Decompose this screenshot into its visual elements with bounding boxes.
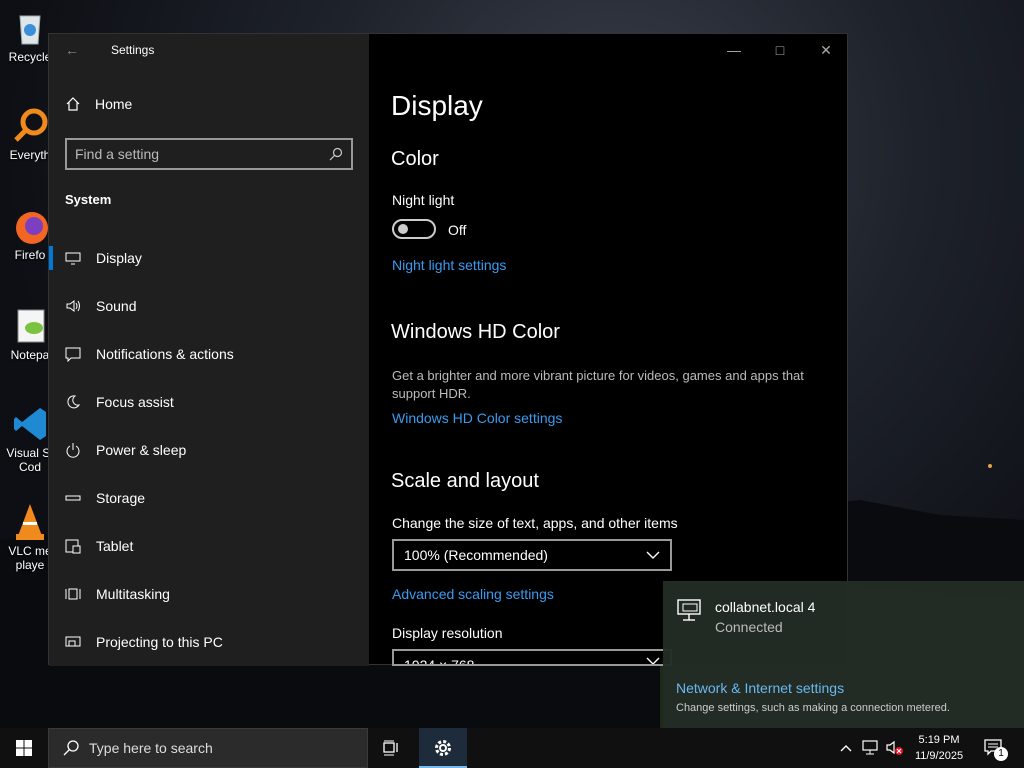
sidebar-item-focus-assist[interactable]: Focus assist [49,378,369,426]
night-light-toggle[interactable] [392,219,436,239]
home-label: Home [95,96,133,112]
taskbar-search-placeholder: Type here to search [89,740,213,756]
moon-icon [65,394,81,410]
sidebar-item-label: Storage [96,490,146,506]
nav-list: Display Sound Notifications & actions Fo… [49,234,369,666]
sidebar-item-multitasking[interactable]: Multitasking [49,570,369,618]
scale-label: Change the size of text, apps, and other… [392,515,678,531]
notification-count-badge: 1 [994,747,1008,761]
resolution-label: Display resolution [392,625,503,641]
windows-logo-icon [16,740,32,756]
title-bar: ← Settings [49,34,369,66]
sidebar-item-notifications[interactable]: Notifications & actions [49,330,369,378]
settings-sidebar: ← Settings Home System Display Sound Not… [49,34,369,666]
page-title: Display [391,90,483,121]
recycle-bin-icon [10,8,50,48]
tablet-icon [65,538,81,554]
gear-icon [435,740,451,756]
chevron-down-icon [646,551,660,559]
network-tray-button[interactable] [860,728,882,768]
sidebar-item-label: Multitasking [96,586,170,602]
sidebar-item-display[interactable]: Display [49,234,369,282]
vlc-icon [10,502,50,542]
monitor-icon [65,250,81,266]
network-flyout: collabnet.local 4 Connected Network & In… [663,581,1024,728]
sidebar-item-label: Tablet [96,538,134,554]
window-controls: — □ ✕ [711,34,849,66]
search-icon[interactable] [329,147,343,161]
search-icon [63,740,79,756]
sidebar-item-storage[interactable]: Storage [49,474,369,522]
close-icon[interactable]: ✕ [803,34,849,66]
settings-window: ← Settings Home System Display Sound Not… [48,33,849,666]
chevron-down-icon [646,657,660,664]
find-setting-input[interactable] [75,146,329,162]
chevron-up-icon [840,745,852,752]
sidebar-item-label: Display [96,250,142,266]
everything-search-icon [10,106,50,146]
night-light-label: Night light [392,192,455,208]
sidebar-item-label: Projecting to this PC [96,634,223,650]
volume-tray-button[interactable] [884,728,906,768]
projector-icon [65,634,81,650]
home-link[interactable]: Home [65,96,132,112]
storage-icon [65,490,81,506]
hd-color-heading: Windows HD Color [391,321,560,343]
minimize-icon[interactable]: — [711,34,757,66]
clock-date: 11/9/2025 [914,750,964,762]
resolution-dropdown-value: 1024 × 768 [404,657,475,666]
volume-muted-icon [886,740,903,755]
settings-content: — □ ✕ Display Color Night light Off Nigh… [369,34,849,666]
night-light-state: Off [448,222,467,238]
sidebar-item-projecting[interactable]: Projecting to this PC [49,618,369,666]
section-label-system: System [65,192,112,207]
taskbar-search-box[interactable]: Type here to search [48,728,368,768]
ethernet-icon [677,599,701,621]
sidebar-item-sound[interactable]: Sound [49,282,369,330]
advanced-scaling-link[interactable]: Advanced scaling settings [392,586,554,602]
network-status: Connected [715,619,783,635]
clock-time: 5:19 PM [918,734,960,746]
color-heading: Color [391,148,439,170]
sidebar-item-label: Notifications & actions [96,346,234,362]
notepad-icon [10,306,50,346]
find-setting-box[interactable] [65,138,353,170]
network-settings-link[interactable]: Network & Internet settings [676,680,844,696]
network-tray-icon [862,740,878,755]
network-settings-description: Change settings, such as making a connec… [676,702,950,714]
back-arrow-icon[interactable]: ← [49,42,95,58]
action-center-button[interactable]: 1 [980,728,1010,768]
maximize-icon[interactable]: □ [757,34,803,66]
task-view-button[interactable] [368,728,416,768]
start-button[interactable] [0,728,48,768]
power-icon [65,442,81,458]
night-light-settings-link[interactable]: Night light settings [392,257,506,273]
multitasking-icon [65,586,81,602]
hd-color-settings-link[interactable]: Windows HD Color settings [392,410,562,426]
home-icon [66,97,80,111]
sidebar-item-label: Focus assist [96,394,174,410]
scale-dropdown[interactable]: 100% (Recommended) [392,539,672,571]
scale-dropdown-value: 100% (Recommended) [404,547,548,563]
wallpaper-star [988,464,992,468]
network-entry[interactable]: collabnet.local 4 Connected [677,599,815,635]
sidebar-item-tablet[interactable]: Tablet [49,522,369,570]
sidebar-item-power-sleep[interactable]: Power & sleep [49,426,369,474]
network-name: collabnet.local 4 [715,599,816,615]
scale-layout-heading: Scale and layout [391,470,539,492]
window-title: Settings [111,43,155,57]
vscode-icon [10,404,50,444]
notification-icon [65,346,81,362]
speaker-icon [65,298,81,314]
sidebar-item-label: Sound [96,298,137,314]
taskbar-clock[interactable]: 5:19 PM 11/9/2025 [904,732,974,764]
hd-color-description: Get a brighter and more vibrant picture … [392,368,804,401]
sidebar-item-label: Power & sleep [96,442,187,458]
show-hidden-icons-button[interactable] [836,728,856,768]
taskbar: Type here to search 5:19 PM 11/9/2025 1 [0,728,1024,768]
taskbar-settings-app[interactable] [419,728,467,768]
task-view-icon [383,740,398,756]
resolution-dropdown[interactable]: 1024 × 768 [392,649,672,666]
firefox-icon [10,206,50,246]
